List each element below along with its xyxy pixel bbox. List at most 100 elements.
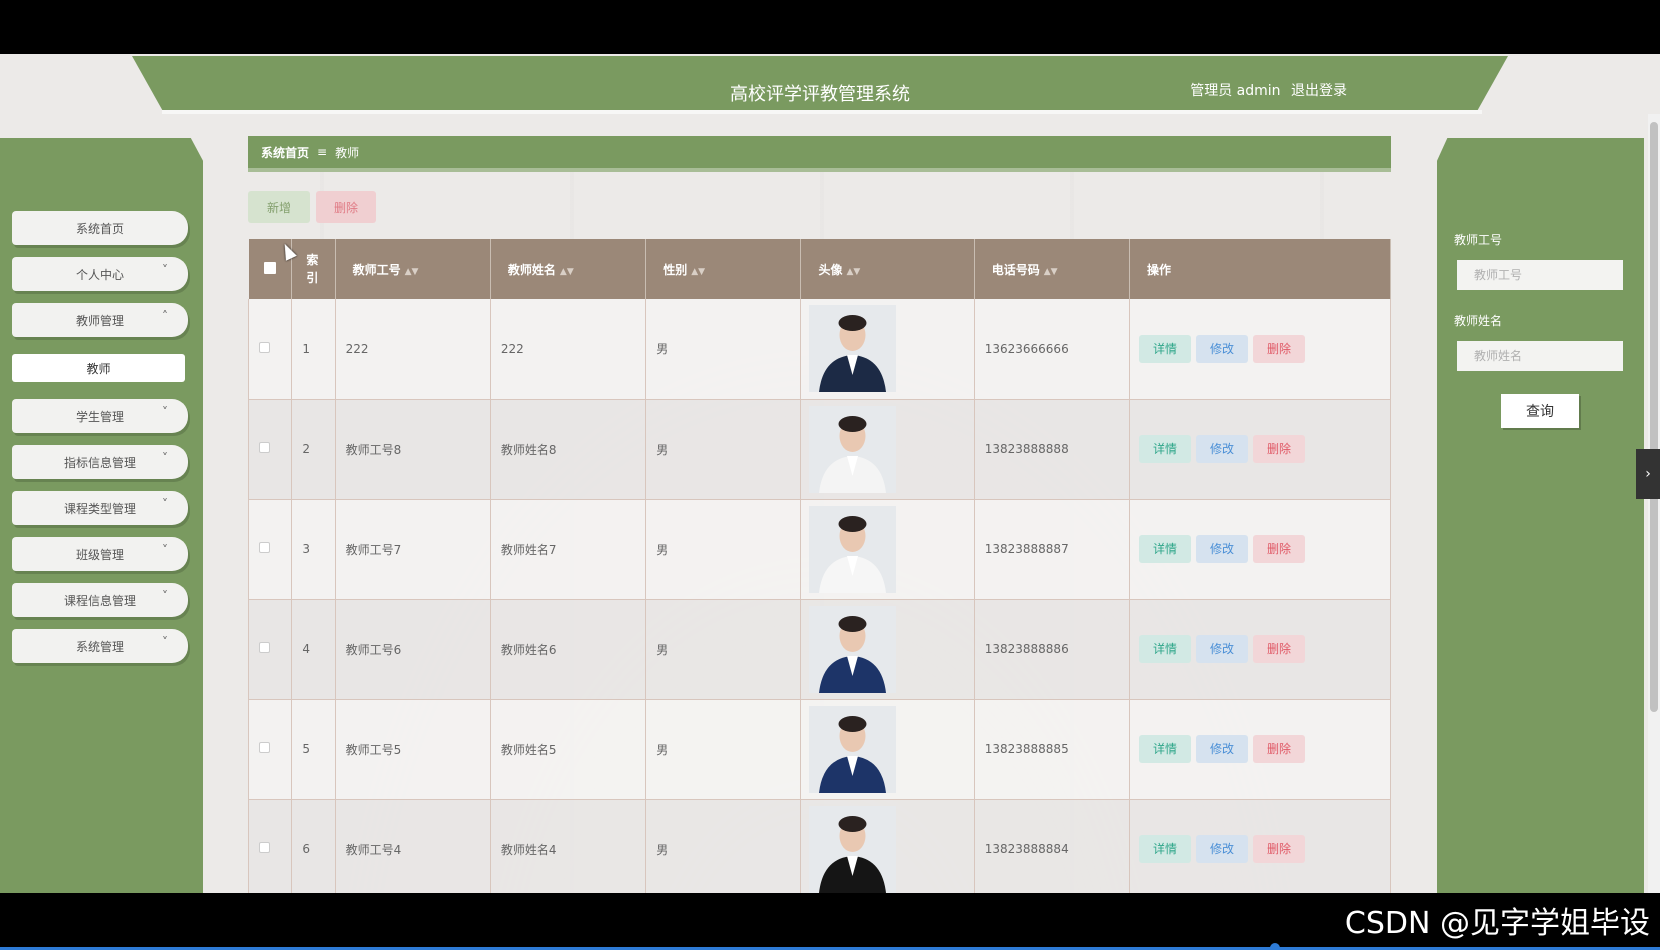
teacher-no-cell: 222 xyxy=(335,299,491,400)
edit-button[interactable]: 修改 xyxy=(1196,535,1248,563)
sidebar-item-label: 课程类型管理 xyxy=(63,501,136,516)
teacher-table: 索 引 教师工号▲▼ 教师姓名▲▼ 性别▲▼ 头像▲▼ 电话号码▲▼ xyxy=(247,239,1391,893)
sidebar-item[interactable]: 系统首页 xyxy=(12,211,188,245)
delete-button[interactable]: 删除 xyxy=(1253,334,1305,363)
edit-button[interactable]: 修改 xyxy=(1196,735,1248,763)
sidebar-subitem[interactable]: 教师 xyxy=(12,354,185,382)
row-checkbox[interactable] xyxy=(259,742,270,753)
edit-button[interactable]: 修改 xyxy=(1196,435,1248,463)
sidebar-item[interactable]: 班级管理 ˅ xyxy=(12,537,188,571)
sidebar-item-label: 教师 xyxy=(86,361,111,376)
avatar[interactable] xyxy=(809,705,897,793)
avatar[interactable] xyxy=(809,505,897,593)
edit-button[interactable]: 修改 xyxy=(1196,835,1248,863)
detail-button[interactable]: 详情 xyxy=(1139,635,1191,663)
sidebar-item-label: 学生管理 xyxy=(75,409,124,424)
detail-button[interactable]: 详情 xyxy=(1139,835,1191,863)
header-divider xyxy=(162,110,1482,114)
row-select-cell xyxy=(247,499,293,600)
chevron-right-icon[interactable]: › xyxy=(1636,449,1660,499)
avatar[interactable] xyxy=(809,805,897,893)
row-checkbox[interactable] xyxy=(259,442,270,453)
sidebar-item[interactable]: 课程信息管理 ˅ xyxy=(12,583,188,617)
sort-icon[interactable]: ▲▼ xyxy=(846,267,860,277)
sidebar-item[interactable]: 系统管理 ˅ xyxy=(12,629,188,663)
column-teacher-name[interactable]: 教师姓名 ▲▼ xyxy=(490,239,647,299)
search-button[interactable]: 查询 xyxy=(1501,394,1579,428)
edit-button[interactable]: 修改 xyxy=(1196,334,1248,363)
delete-button[interactable]: 删除 xyxy=(1253,535,1305,563)
column-avatar[interactable]: 头像 ▲▼ xyxy=(800,239,975,299)
watermark: CSDN @见字学姐毕设 xyxy=(1344,906,1650,941)
breadcrumb: 系统首页 ≡ 教师 xyxy=(248,136,1391,172)
search-panel: 教师工号 教师姓名 查询 xyxy=(1437,138,1644,893)
actions-cell: 详情 修改 删除 xyxy=(1129,599,1391,700)
select-all-checkbox[interactable] xyxy=(263,261,276,274)
teacher-name-cell: 教师姓名8 xyxy=(490,399,647,500)
teacher-no-cell: 教师工号7 xyxy=(335,499,491,600)
detail-button[interactable]: 详情 xyxy=(1139,334,1191,363)
breadcrumb-home[interactable]: 系统首页 xyxy=(261,144,309,161)
progress-knob[interactable] xyxy=(1270,943,1280,950)
avatar[interactable] xyxy=(809,405,897,493)
avatar[interactable] xyxy=(809,605,897,693)
sort-icon[interactable]: ▲▼ xyxy=(1044,267,1058,277)
delete-button[interactable]: 删除 xyxy=(1253,835,1305,863)
detail-button[interactable]: 详情 xyxy=(1139,435,1191,463)
delete-button[interactable]: 删除 xyxy=(1253,635,1305,663)
teacher-no-input[interactable] xyxy=(1457,260,1623,290)
actions-cell: 详情 修改 删除 xyxy=(1129,699,1391,800)
teacher-no-cell: 教师工号4 xyxy=(335,799,491,893)
chevron-down-icon: ˅ xyxy=(162,263,168,277)
logout-link[interactable]: 退出登录 xyxy=(1291,83,1347,99)
row-checkbox[interactable] xyxy=(259,642,270,653)
delete-button[interactable]: 删除 xyxy=(1253,435,1305,463)
column-gender[interactable]: 性别 ▲▼ xyxy=(645,239,802,299)
table-row: 1 222 222 男 13623666666 详情 修改 删除 xyxy=(247,299,1391,400)
index-cell: 5 xyxy=(291,699,336,800)
detail-button[interactable]: 详情 xyxy=(1139,735,1191,763)
gender-cell: 男 xyxy=(645,399,802,500)
phone-cell: 13823888886 xyxy=(974,599,1131,700)
sidebar-item[interactable]: 教师管理 ˄ xyxy=(12,303,188,337)
detail-button[interactable]: 详情 xyxy=(1139,535,1191,563)
column-phone[interactable]: 电话号码 ▲▼ xyxy=(974,239,1131,299)
delete-button[interactable]: 删除 xyxy=(1253,735,1305,763)
teacher-name-input[interactable] xyxy=(1457,341,1623,371)
sidebar-item-label: 系统首页 xyxy=(75,221,124,236)
sort-icon[interactable]: ▲▼ xyxy=(560,267,574,277)
avatar[interactable] xyxy=(809,305,897,393)
row-checkbox[interactable] xyxy=(259,542,270,553)
sort-icon[interactable]: ▲▼ xyxy=(691,267,705,277)
row-checkbox[interactable] xyxy=(259,842,270,853)
sidebar-item[interactable]: 课程类型管理 ˅ xyxy=(12,491,188,525)
phone-cell: 13823888888 xyxy=(974,399,1131,500)
sidebar-item[interactable]: 个人中心 ˅ xyxy=(12,257,188,291)
column-index: 索 引 xyxy=(291,239,336,299)
teacher-no-cell: 教师工号8 xyxy=(335,399,491,500)
row-checkbox[interactable] xyxy=(259,341,270,353)
actions-cell: 详情 修改 删除 xyxy=(1129,499,1391,600)
sidebar-item-label: 班级管理 xyxy=(75,547,124,562)
teacher-name-cell: 教师姓名5 xyxy=(490,699,647,800)
teacher-no-cell: 教师工号5 xyxy=(335,699,491,800)
chevron-down-icon: ˅ xyxy=(162,589,168,603)
index-cell: 4 xyxy=(291,599,336,700)
actions-cell: 详情 修改 删除 xyxy=(1129,799,1391,893)
index-cell: 3 xyxy=(291,499,336,600)
header-user-area: 管理员 admin 退出登录 xyxy=(1184,80,1347,100)
edit-button[interactable]: 修改 xyxy=(1196,635,1248,663)
table-body: 1 222 222 男 13623666666 详情 修改 删除 2 教师工号8 教师姓名8 男 138… xyxy=(247,299,1391,893)
sidebar-item[interactable]: 学生管理 ˅ xyxy=(12,399,188,433)
sidebar-item[interactable]: 指标信息管理 ˅ xyxy=(12,445,188,479)
teacher-no-cell: 教师工号6 xyxy=(335,599,491,700)
sort-icon[interactable]: ▲▼ xyxy=(405,267,419,277)
row-select-cell xyxy=(247,699,293,800)
row-select-cell xyxy=(247,599,293,700)
add-button[interactable]: 新增 xyxy=(248,191,310,223)
avatar-cell xyxy=(800,799,975,893)
column-teacher-no[interactable]: 教师工号 ▲▼ xyxy=(335,239,491,299)
avatar-cell xyxy=(800,399,975,500)
scrollbar-thumb[interactable] xyxy=(1650,122,1658,712)
batch-delete-button[interactable]: 删除 xyxy=(316,191,376,223)
